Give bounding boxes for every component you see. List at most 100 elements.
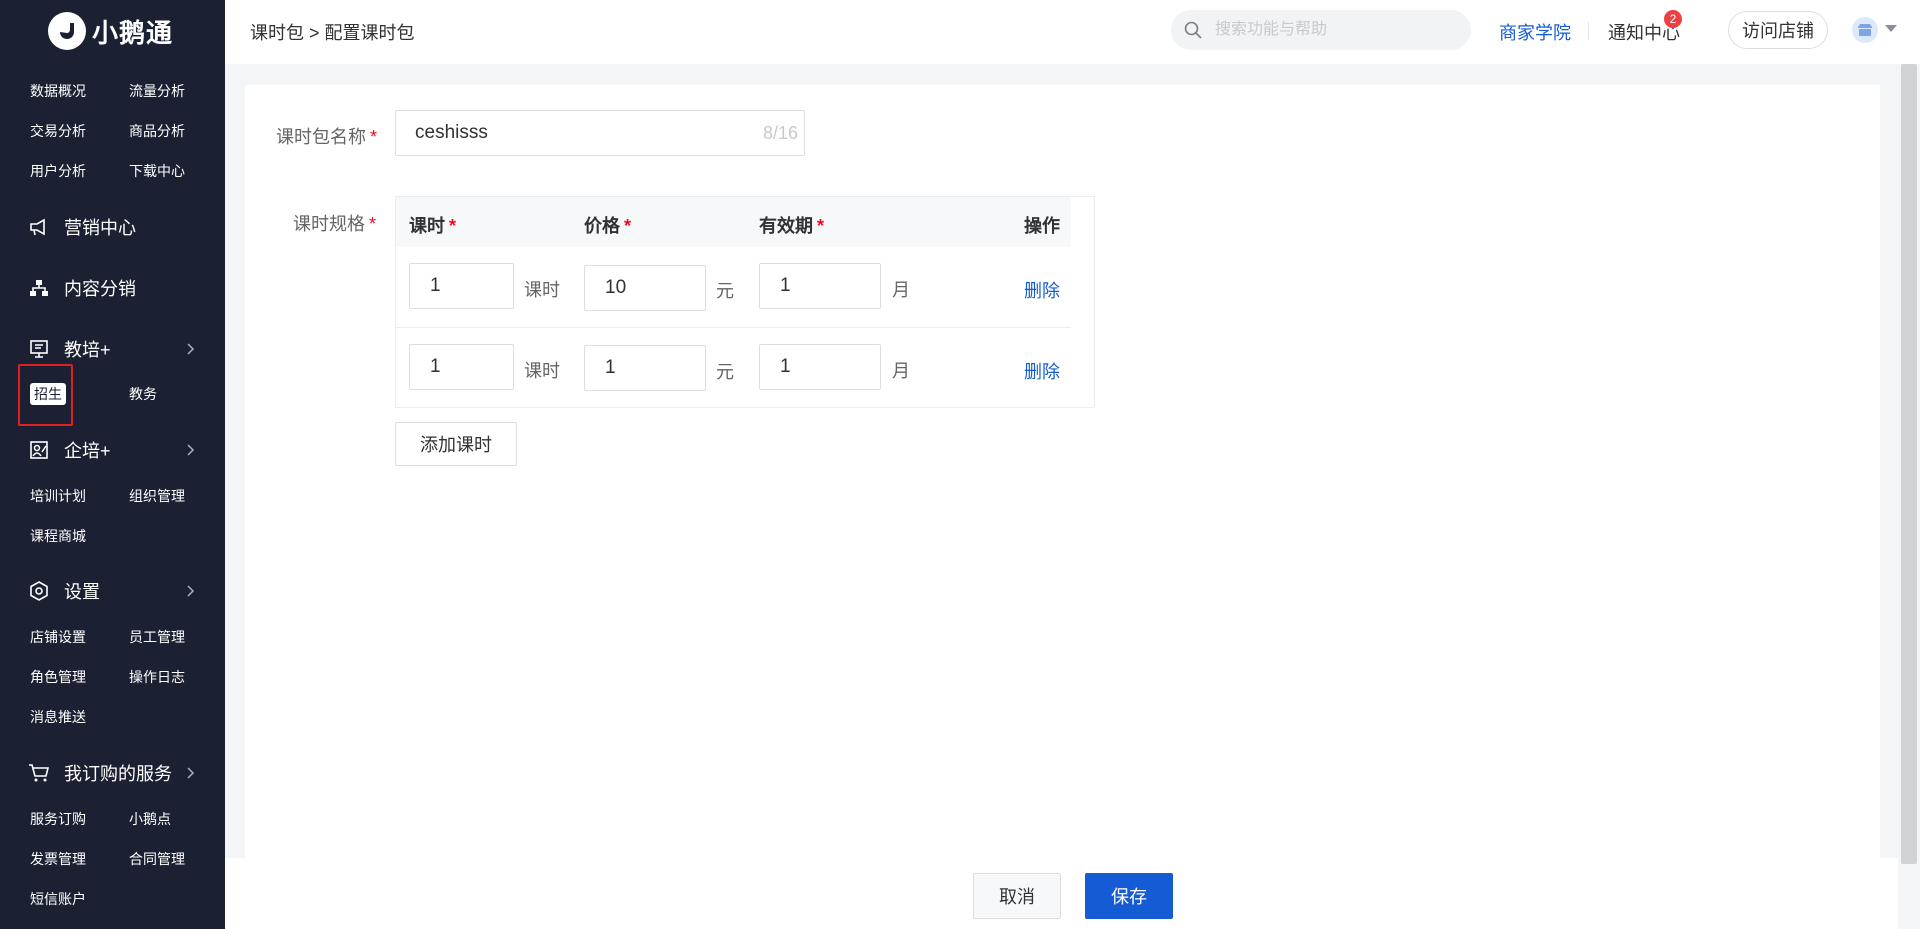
sidebar-item-trade-analysis[interactable]: 交易分析 (30, 111, 129, 151)
package-name-input[interactable]: ceshisss 8/16 (395, 110, 805, 156)
highlight-box (18, 364, 73, 426)
sidebar-item-course-mall[interactable]: 课程商城 (30, 516, 129, 556)
column-header-actions: 操作 (1024, 216, 1060, 236)
sidebar-group-settings[interactable]: 设置 (28, 576, 198, 606)
char-counter: 8/16 (762, 123, 798, 143)
price-unit: 元 (716, 362, 734, 382)
hours-unit: 课时 (524, 361, 560, 381)
corp-submenu: 培训计划 组织管理 课程商城 (30, 476, 228, 556)
price-input[interactable]: 1 (584, 345, 706, 391)
validity-unit: 月 (892, 280, 910, 300)
sidebar-group-label: 设置 (64, 582, 100, 602)
cart-icon (28, 762, 50, 784)
sidebar-item-training-plan[interactable]: 培训计划 (30, 476, 129, 516)
sidebar-group-label: 内容分销 (64, 279, 136, 299)
required-mark: * (817, 216, 825, 236)
validity-input[interactable]: 1 (759, 263, 881, 309)
sidebar-group-edu[interactable]: 教培+ (28, 334, 198, 364)
brand-logo[interactable]: 小鹅通 (48, 10, 173, 52)
breadcrumb: 课时包 > 配置课时包 (250, 23, 415, 43)
sidebar-group-label: 企培+ (64, 441, 111, 461)
store-avatar[interactable] (1852, 17, 1878, 43)
sidebar-item-operation-log[interactable]: 操作日志 (129, 657, 228, 697)
settings-submenu: 店铺设置 员工管理 角色管理 操作日志 消息推送 (30, 617, 228, 737)
brand-name: 小鹅通 (92, 17, 174, 48)
org-tree-icon (28, 277, 50, 299)
sidebar-item-store-settings[interactable]: 店铺设置 (30, 617, 129, 657)
sidebar-item-goods-analysis[interactable]: 商品分析 (129, 111, 228, 151)
sidebar-item-data-overview[interactable]: 数据概况 (30, 71, 129, 111)
add-hours-button[interactable]: 添加课时 (395, 422, 517, 466)
spec-label: 课时规格 * (293, 210, 376, 236)
sidebar-item-invoice-management[interactable]: 发票管理 (30, 839, 129, 879)
hours-unit: 课时 (524, 280, 560, 300)
sidebar-item-goose-points[interactable]: 小鹅点 (129, 799, 228, 839)
person-board-icon (28, 439, 50, 461)
sidebar: 小鹅通 数据概况 流量分析 交易分析 商品分析 用户分析 下载中心 营销中心 内… (0, 0, 225, 929)
sidebar-item-download-center[interactable]: 下载中心 (129, 151, 228, 191)
sidebar-item-contract-management[interactable]: 合同管理 (129, 839, 228, 879)
data-submenu: 数据概况 流量分析 交易分析 商品分析 用户分析 下载中心 (30, 71, 228, 191)
divider (1588, 22, 1589, 40)
goose-logo-icon (48, 12, 86, 50)
sidebar-item-user-analysis[interactable]: 用户分析 (30, 151, 129, 191)
delete-row-button[interactable]: 删除 (1024, 358, 1060, 384)
chevron-right-icon (187, 444, 195, 456)
notification-badge: 2 (1664, 10, 1682, 28)
scrollbar-thumb[interactable] (1901, 64, 1917, 864)
validity-input[interactable]: 1 (759, 344, 881, 390)
footer-bar (225, 858, 1898, 929)
header-text: 有效期 (759, 216, 813, 236)
search-icon (1184, 21, 1202, 39)
table-header: 课时 * 价格 * 有效期 * 操作 (396, 197, 1071, 247)
chevron-right-icon (187, 767, 195, 779)
board-icon (28, 338, 50, 360)
sidebar-group-content-distribution[interactable]: 内容分销 (28, 273, 198, 303)
required-mark: * (624, 216, 632, 236)
column-header-validity: 有效期 * (759, 212, 824, 238)
save-button[interactable]: 保存 (1085, 873, 1173, 919)
cancel-button[interactable]: 取消 (973, 873, 1061, 919)
spec-table: 课时 * 价格 * 有效期 * 操作 1 课时 10 元 1 月 删除 1 课时 1 … (395, 196, 1095, 408)
search-input[interactable] (1213, 20, 1447, 40)
price-unit: 元 (716, 281, 734, 301)
search-box[interactable] (1171, 10, 1471, 50)
label-text: 课时包名称 (276, 127, 366, 147)
header-text: 课时 (409, 216, 445, 236)
validity-unit: 月 (892, 361, 910, 381)
chevron-right-icon (187, 343, 195, 355)
sidebar-group-marketing[interactable]: 营销中心 (28, 212, 198, 242)
services-submenu: 服务订购 小鹅点 发票管理 合同管理 短信账户 (30, 799, 228, 919)
merchant-academy-link[interactable]: 商家学院 (1499, 19, 1571, 45)
sidebar-item-org-management[interactable]: 组织管理 (129, 476, 228, 516)
price-input[interactable]: 10 (584, 265, 706, 311)
store-icon (1858, 24, 1872, 36)
sidebar-group-label: 我订购的服务 (64, 764, 172, 784)
package-name-label: 课时包名称 * (276, 123, 377, 149)
header-text: 价格 (584, 216, 620, 236)
sidebar-item-traffic-analysis[interactable]: 流量分析 (129, 71, 228, 111)
sidebar-item-sms-account[interactable]: 短信账户 (30, 879, 129, 919)
sidebar-group-corp[interactable]: 企培+ (28, 435, 198, 465)
sidebar-item-staff-management[interactable]: 员工管理 (129, 617, 228, 657)
sidebar-item-role-management[interactable]: 角色管理 (30, 657, 129, 697)
row-divider (396, 327, 1071, 328)
sidebar-item-message-push[interactable]: 消息推送 (30, 697, 129, 737)
sidebar-item-service-order[interactable]: 服务订购 (30, 799, 129, 839)
hours-input[interactable]: 1 (409, 263, 514, 309)
sidebar-item-academic-affairs[interactable]: 教务 (129, 374, 228, 414)
required-mark: * (449, 216, 457, 236)
hours-input[interactable]: 1 (409, 344, 514, 390)
sidebar-group-label: 教培+ (64, 340, 111, 360)
sidebar-group-services[interactable]: 我订购的服务 (28, 758, 198, 788)
input-value: ceshisss (415, 122, 488, 143)
visit-store-button[interactable]: 访问店铺 (1728, 11, 1828, 49)
required-mark: * (370, 127, 378, 147)
chevron-down-icon[interactable] (1885, 25, 1897, 32)
column-header-hours: 课时 * (409, 212, 456, 238)
required-mark: * (369, 214, 377, 234)
column-header-price: 价格 * (584, 212, 631, 238)
chevron-right-icon (187, 585, 195, 597)
delete-row-button[interactable]: 删除 (1024, 277, 1060, 303)
gear-hex-icon (28, 580, 50, 602)
